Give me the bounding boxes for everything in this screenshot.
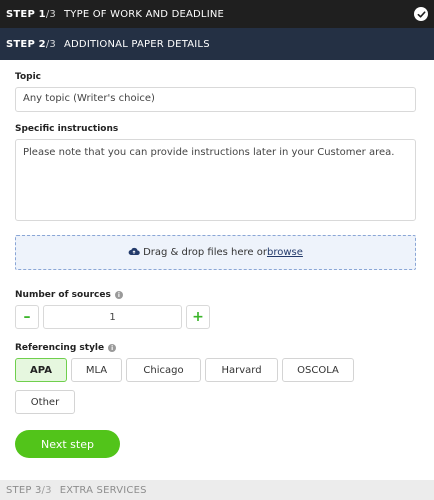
topic-label: Topic <box>15 72 41 82</box>
paper-details-form: Topic Any topic (Writer's choice) Specif… <box>0 60 434 458</box>
step-2-number: 2 <box>38 38 46 50</box>
check-icon <box>414 7 428 21</box>
step-2-header[interactable]: STEP 2/3 ADDITIONAL PAPER DETAILS <box>0 28 434 60</box>
next-step-button[interactable]: Next step <box>15 430 120 458</box>
referencing-label: Referencing style <box>15 343 105 353</box>
step-prefix: STEP <box>6 8 39 20</box>
step-3-header[interactable]: STEP 3/3 EXTRA SERVICES <box>0 480 434 500</box>
option-mla[interactable]: MLA <box>71 358 122 382</box>
info-icon[interactable]: i <box>114 291 123 299</box>
sources-label: Number of sources <box>15 290 111 300</box>
topic-input[interactable]: Any topic (Writer's choice) <box>15 87 416 112</box>
step-3-number: 3 <box>34 484 42 496</box>
step-3-title: EXTRA SERVICES <box>59 484 147 496</box>
option-other[interactable]: Other <box>15 390 75 414</box>
dropzone-text: Drag & drop files here or <box>143 247 267 258</box>
increment-button[interactable]: + <box>186 305 210 329</box>
step-prefix: STEP <box>6 38 39 50</box>
step-1-title: TYPE OF WORK AND DEADLINE <box>63 8 225 20</box>
instructions-label: Specific instructions <box>15 124 119 134</box>
option-chicago[interactable]: Chicago <box>126 358 201 382</box>
file-dropzone[interactable]: Drag & drop files here or browse <box>15 235 416 270</box>
sources-label-row: Number of sources i <box>15 290 416 300</box>
sources-value[interactable]: 1 <box>43 305 182 329</box>
option-oscola[interactable]: OSCOLA <box>282 358 354 382</box>
step-2-total: /3 <box>45 38 56 50</box>
sources-stepper: – 1 + <box>15 305 416 329</box>
step-1-total: /3 <box>45 8 56 20</box>
referencing-label-row: Referencing style i <box>15 343 416 353</box>
referencing-options: APA MLA Chicago Harvard OSCOLA Other <box>15 358 416 414</box>
step-2-title: ADDITIONAL PAPER DETAILS <box>63 38 210 50</box>
option-apa[interactable]: APA <box>15 358 67 382</box>
info-icon[interactable]: i <box>108 344 117 352</box>
option-harvard[interactable]: Harvard <box>205 358 278 382</box>
decrement-button[interactable]: – <box>15 305 39 329</box>
step-3-total: /3 <box>41 484 52 496</box>
step-prefix: STEP <box>6 484 35 496</box>
step-1-header[interactable]: STEP 1/3 TYPE OF WORK AND DEADLINE <box>0 0 434 28</box>
step-1-number: 1 <box>38 8 46 20</box>
cloud-upload-icon <box>128 247 140 259</box>
instructions-textarea[interactable]: Please note that you can provide instruc… <box>15 139 416 221</box>
browse-link[interactable]: browse <box>267 247 303 258</box>
